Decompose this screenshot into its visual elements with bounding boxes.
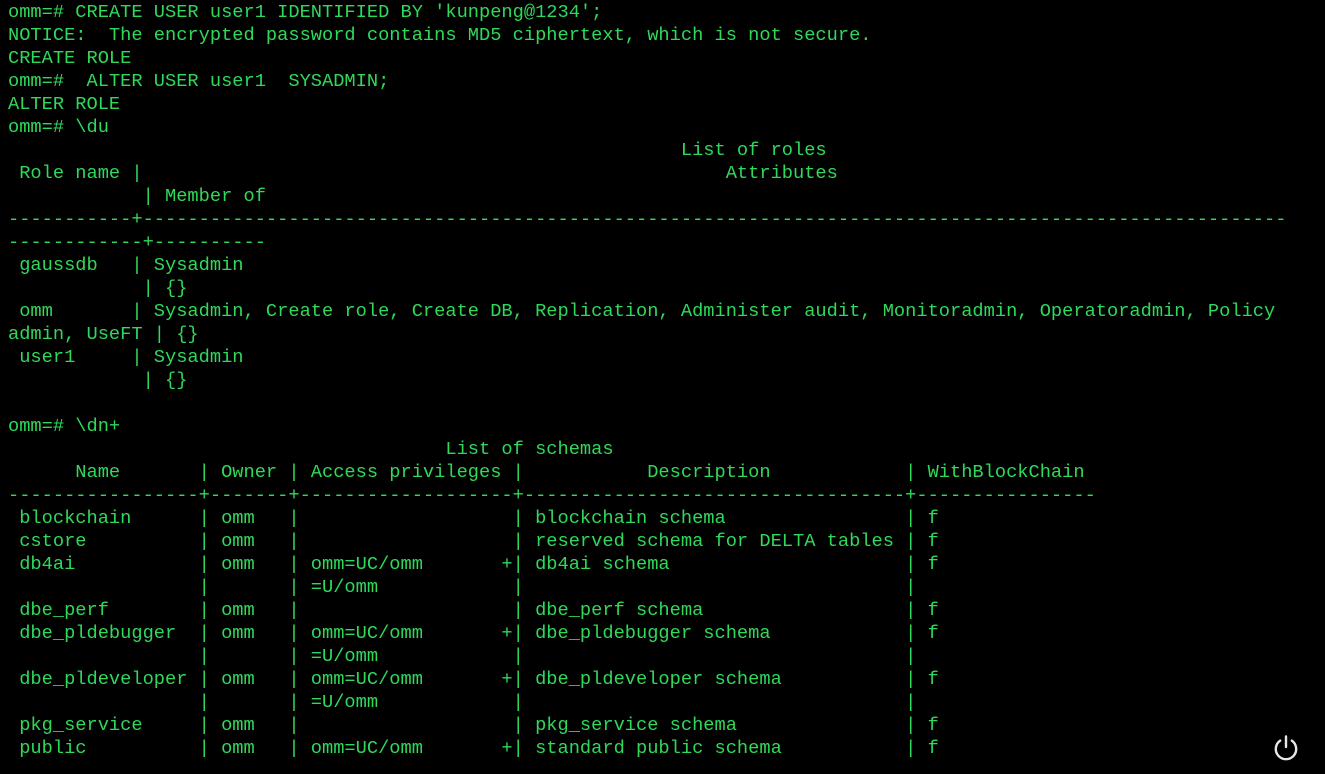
- terminal-window[interactable]: omm=# CREATE USER user1 IDENTIFIED BY 'k…: [0, 0, 1325, 774]
- terminal-line: omm=# ALTER USER user1 SYSADMIN;: [8, 70, 390, 92]
- terminal-line: | | =U/omm | |: [8, 645, 917, 667]
- terminal-line: user1 | Sysadmin: [8, 346, 244, 368]
- terminal-line: omm=# \dn+: [8, 415, 121, 437]
- terminal-line: -----------+----------------------------…: [8, 208, 1287, 230]
- terminal-line: cstore | omm | | reserved schema for DEL…: [8, 530, 939, 552]
- terminal-line: List of schemas: [8, 438, 614, 460]
- terminal-line: blockchain | omm | | blockchain schema |…: [8, 507, 939, 529]
- terminal-line: dbe_pldeveloper | omm | omm=UC/omm +| db…: [8, 668, 939, 690]
- terminal-output: omm=# CREATE USER user1 IDENTIFIED BY 'k…: [8, 1, 1286, 760]
- terminal-line: dbe_perf | omm | | dbe_perf schema | f: [8, 599, 939, 621]
- terminal-line: ------------+----------: [8, 231, 266, 253]
- terminal-line: -----------------+-------+--------------…: [8, 484, 1096, 506]
- terminal-line: ALTER ROLE: [8, 93, 121, 115]
- terminal-line: db4ai | omm | omm=UC/omm +| db4ai schema…: [8, 553, 939, 575]
- terminal-line: admin, UseFT | {}: [8, 323, 199, 345]
- terminal-line: | Member of: [8, 185, 266, 207]
- terminal-line: public | omm | omm=UC/omm +| standard pu…: [8, 737, 939, 759]
- terminal-line: gaussdb | Sysadmin: [8, 254, 244, 276]
- terminal-line: pkg_service | omm | | pkg_service schema…: [8, 714, 939, 736]
- power-button[interactable]: [1271, 733, 1301, 763]
- terminal-line: Role name | Attributes: [8, 162, 838, 184]
- terminal-line: CREATE ROLE: [8, 47, 132, 69]
- terminal-line: NOTICE: The encrypted password contains …: [8, 24, 872, 46]
- terminal-line: omm=# \du: [8, 116, 109, 138]
- terminal-line: | | =U/omm | |: [8, 691, 917, 713]
- terminal-line: List of roles: [8, 139, 827, 161]
- terminal-line: | {}: [8, 277, 188, 299]
- terminal-line: | | =U/omm | |: [8, 576, 917, 598]
- terminal-line: omm | Sysadmin, Create role, Create DB, …: [8, 300, 1276, 322]
- terminal-line: dbe_pldebugger | omm | omm=UC/omm +| dbe…: [8, 622, 939, 644]
- terminal-line: Name | Owner | Access privileges | Descr…: [8, 461, 1085, 483]
- terminal-line: omm=# CREATE USER user1 IDENTIFIED BY 'k…: [8, 1, 603, 23]
- terminal-line: | {}: [8, 369, 188, 391]
- power-icon: [1274, 735, 1298, 761]
